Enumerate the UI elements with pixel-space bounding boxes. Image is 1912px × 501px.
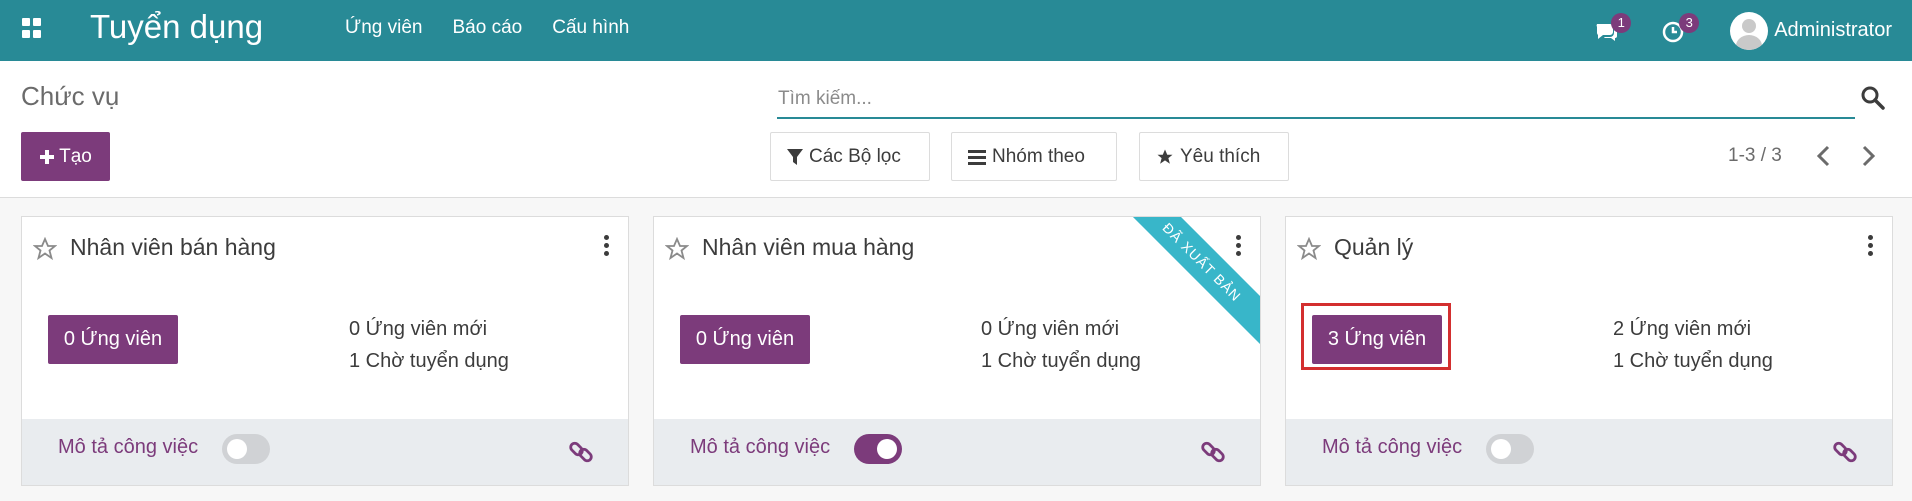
filters-button[interactable]: Các Bộ lọc xyxy=(770,132,930,181)
job-description-toggle[interactable] xyxy=(1486,434,1534,464)
highlight-box xyxy=(1301,303,1451,370)
apps-menu-icon[interactable] xyxy=(22,18,42,38)
link-icon[interactable] xyxy=(1832,439,1858,465)
breadcrumb: Chức vụ xyxy=(21,81,120,111)
group-by-button[interactable]: Nhóm theo xyxy=(951,132,1117,181)
search-input[interactable] xyxy=(777,82,1855,116)
main-menu: Ứng viên Báo cáo Cấu hình xyxy=(345,17,629,39)
to-recruit-text: 1 Chờ tuyển dụng xyxy=(981,350,1141,372)
user-name: Administrator xyxy=(1774,19,1892,41)
menu-item-configuration[interactable]: Cấu hình xyxy=(552,17,629,39)
top-navbar: Tuyển dụng Ứng viên Báo cáo Cấu hình 1 3… xyxy=(0,0,1912,61)
search-icon[interactable] xyxy=(1860,85,1886,111)
filter-icon xyxy=(787,148,803,165)
bars-icon xyxy=(968,149,986,165)
job-description-label: Mô tả công việc xyxy=(690,436,831,458)
star-outline-icon[interactable] xyxy=(1297,237,1321,261)
control-panel: Chức vụ Tạo Các Bộ lọc Nhóm theo Yêu thí… xyxy=(0,61,1912,198)
job-title: Quản lý xyxy=(1334,234,1414,260)
card-footer: Mô tả công việc xyxy=(1286,419,1892,485)
avatar xyxy=(1730,11,1769,50)
job-card[interactable]: ĐÃ XUẤT BẢN Nhân viên mua hàng 0 Ứng viê… xyxy=(653,216,1261,486)
to-recruit-text: 1 Chờ tuyển dụng xyxy=(349,350,509,372)
applicants-button[interactable]: 0 Ứng viên xyxy=(680,315,810,364)
search-bar xyxy=(777,82,1855,119)
create-button[interactable]: Tạo xyxy=(21,132,110,181)
systray: 1 3 Administrator xyxy=(1594,0,1912,61)
toggle-knob xyxy=(1491,439,1511,459)
favorites-label: Yêu thích xyxy=(1180,145,1261,167)
applicants-button[interactable]: 0 Ứng viên xyxy=(48,315,178,364)
card-footer: Mô tả công việc xyxy=(22,419,628,485)
menu-item-applicants[interactable]: Ứng viên xyxy=(345,17,423,39)
job-title: Nhân viên bán hàng xyxy=(70,234,276,260)
kebab-menu-icon[interactable] xyxy=(1236,235,1242,257)
link-icon[interactable] xyxy=(1200,439,1226,465)
chevron-left-icon[interactable] xyxy=(1812,143,1836,169)
plus-icon xyxy=(40,149,55,164)
new-applicants-link[interactable]: 0 Ứng viên mới xyxy=(349,318,487,341)
kebab-menu-icon[interactable] xyxy=(604,235,610,257)
messages-count-badge: 1 xyxy=(1611,12,1632,33)
favorites-button[interactable]: Yêu thích xyxy=(1139,132,1289,181)
kebab-menu-icon[interactable] xyxy=(1868,235,1874,257)
link-icon[interactable] xyxy=(568,439,594,465)
star-outline-icon[interactable] xyxy=(33,237,57,261)
job-description-label: Mô tả công việc xyxy=(58,436,199,458)
job-description-toggle[interactable] xyxy=(222,434,270,464)
star-icon xyxy=(1157,149,1173,164)
messages-button[interactable]: 1 xyxy=(1594,12,1632,43)
job-card[interactable]: Nhân viên bán hàng 0 Ứng viên 0 Ứng viên… xyxy=(21,216,629,486)
group-by-label: Nhóm theo xyxy=(992,145,1085,167)
new-applicants-link[interactable]: 2 Ứng viên mới xyxy=(1613,318,1751,341)
create-label: Tạo xyxy=(59,145,92,167)
card-footer: Mô tả công việc xyxy=(654,419,1260,485)
menu-item-reports[interactable]: Báo cáo xyxy=(453,17,523,39)
star-outline-icon[interactable] xyxy=(665,237,689,261)
job-title: Nhân viên mua hàng xyxy=(702,234,915,260)
to-recruit-text: 1 Chờ tuyển dụng xyxy=(1613,350,1773,372)
job-description-label: Mô tả công việc xyxy=(1322,436,1463,458)
activities-count-badge: 3 xyxy=(1679,12,1700,33)
user-menu[interactable]: Administrator xyxy=(1730,11,1892,50)
chevron-right-icon[interactable] xyxy=(1856,143,1880,169)
app-title[interactable]: Tuyển dụng xyxy=(90,8,263,46)
filters-label: Các Bộ lọc xyxy=(809,145,901,167)
new-applicants-link[interactable]: 0 Ứng viên mới xyxy=(981,318,1119,341)
activities-button[interactable]: 3 xyxy=(1662,12,1700,43)
toggle-knob xyxy=(227,439,247,459)
toggle-knob xyxy=(877,439,897,459)
pager-value[interactable]: 1-3 / 3 xyxy=(1728,145,1782,167)
job-description-toggle[interactable] xyxy=(854,434,902,464)
